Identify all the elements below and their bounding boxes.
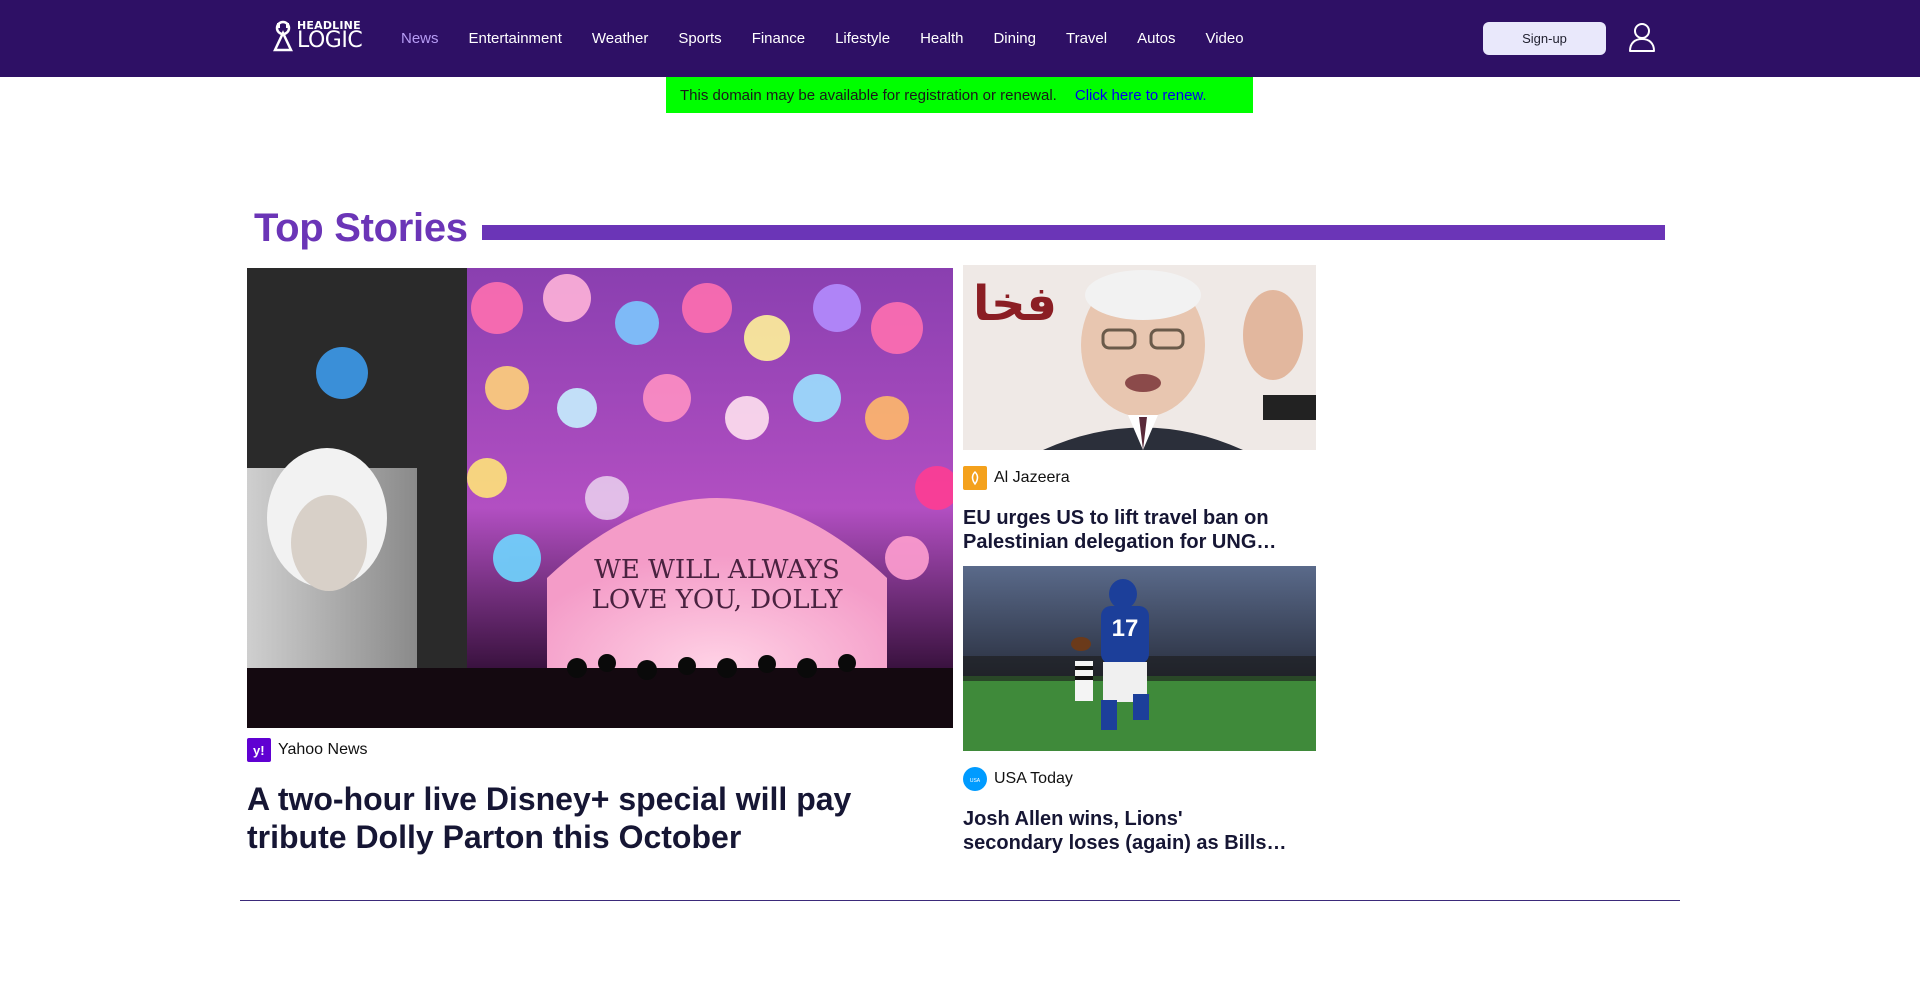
logo-bottom-text: LOGIC — [297, 28, 363, 53]
nav-item-lifestyle[interactable]: Lifestyle — [835, 30, 890, 47]
side-story-2-headline[interactable]: Josh Allen wins, Lions' secondary loses … — [963, 807, 1323, 855]
nav-item-dining[interactable]: Dining — [993, 30, 1036, 47]
side-story-2-source[interactable]: USA USA Today — [963, 767, 1073, 791]
main-story-headline[interactable]: A two-hour live Disney+ special will pay… — [247, 780, 947, 856]
side1-headline-line1: EU urges US to lift travel ban on — [963, 507, 1269, 529]
jersey-number: 17 — [1112, 615, 1139, 642]
user-icon[interactable] — [1628, 22, 1656, 52]
al-jazeera-logo-icon — [963, 466, 987, 490]
usa-today-logo-icon: USA — [963, 767, 987, 791]
side-story-1-image[interactable]: فخا — [963, 265, 1316, 450]
side-story-2-source-name: USA Today — [994, 770, 1073, 787]
main-nav: News Entertainment Weather Sports Financ… — [401, 0, 1274, 77]
nav-item-health[interactable]: Health — [920, 30, 963, 47]
main-story-image[interactable]: WE WILL ALWAYS LOVE YOU, DOLLY — [247, 268, 953, 728]
side-story-1-headline[interactable]: EU urges US to lift travel ban on Palest… — [963, 506, 1323, 554]
svg-text:USA: USA — [970, 778, 981, 784]
image-text-line2: LOVE YOU, DOLLY — [592, 585, 844, 615]
section-title-bar — [482, 225, 1665, 240]
nav-item-finance[interactable]: Finance — [752, 30, 805, 47]
side-story-2-image[interactable]: 17 — [963, 566, 1316, 751]
section-title: Top Stories — [254, 206, 468, 250]
image-text-line1: WE WILL ALWAYS — [594, 555, 840, 585]
domain-renewal-banner: This domain may be available for registr… — [666, 77, 1253, 113]
side1-headline-line2: Palestinian delegation for UNG… — [963, 531, 1277, 553]
nav-item-video[interactable]: Video — [1205, 30, 1243, 47]
site-logo[interactable]: HEADLINE LOGIC — [272, 20, 363, 53]
nav-item-weather[interactable]: Weather — [592, 30, 648, 47]
nav-item-entertainment[interactable]: Entertainment — [469, 30, 562, 47]
side-story-1-source[interactable]: Al Jazeera — [963, 466, 1070, 490]
side2-headline-line1: Josh Allen wins, Lions' — [963, 808, 1183, 830]
signup-button[interactable]: Sign-up — [1483, 22, 1606, 55]
side2-headline-line2: secondary loses (again) as Bills… — [963, 832, 1287, 854]
logo-mark-icon — [273, 20, 293, 52]
svg-text:فخا: فخا — [973, 276, 1057, 332]
main-headline-line2: tribute Dolly Parton this October — [247, 819, 742, 855]
nav-item-travel[interactable]: Travel — [1066, 30, 1107, 47]
side-story-1-source-name: Al Jazeera — [994, 469, 1070, 486]
main-story-source-name: Yahoo News — [278, 741, 368, 758]
section-divider — [240, 900, 1680, 901]
yahoo-logo-icon: y! — [247, 738, 271, 762]
nav-item-news[interactable]: News — [401, 30, 439, 47]
nav-item-autos[interactable]: Autos — [1137, 30, 1175, 47]
renew-link[interactable]: Click here to renew. — [1075, 87, 1207, 104]
top-nav-bar: HEADLINE LOGIC News Entertainment Weathe… — [0, 0, 1920, 77]
main-story-source[interactable]: y! Yahoo News — [247, 738, 368, 762]
main-headline-line1: A two-hour live Disney+ special will pay — [247, 781, 852, 817]
svg-text:y!: y! — [253, 743, 265, 758]
banner-text: This domain may be available for registr… — [680, 86, 1057, 104]
nav-item-sports[interactable]: Sports — [678, 30, 721, 47]
